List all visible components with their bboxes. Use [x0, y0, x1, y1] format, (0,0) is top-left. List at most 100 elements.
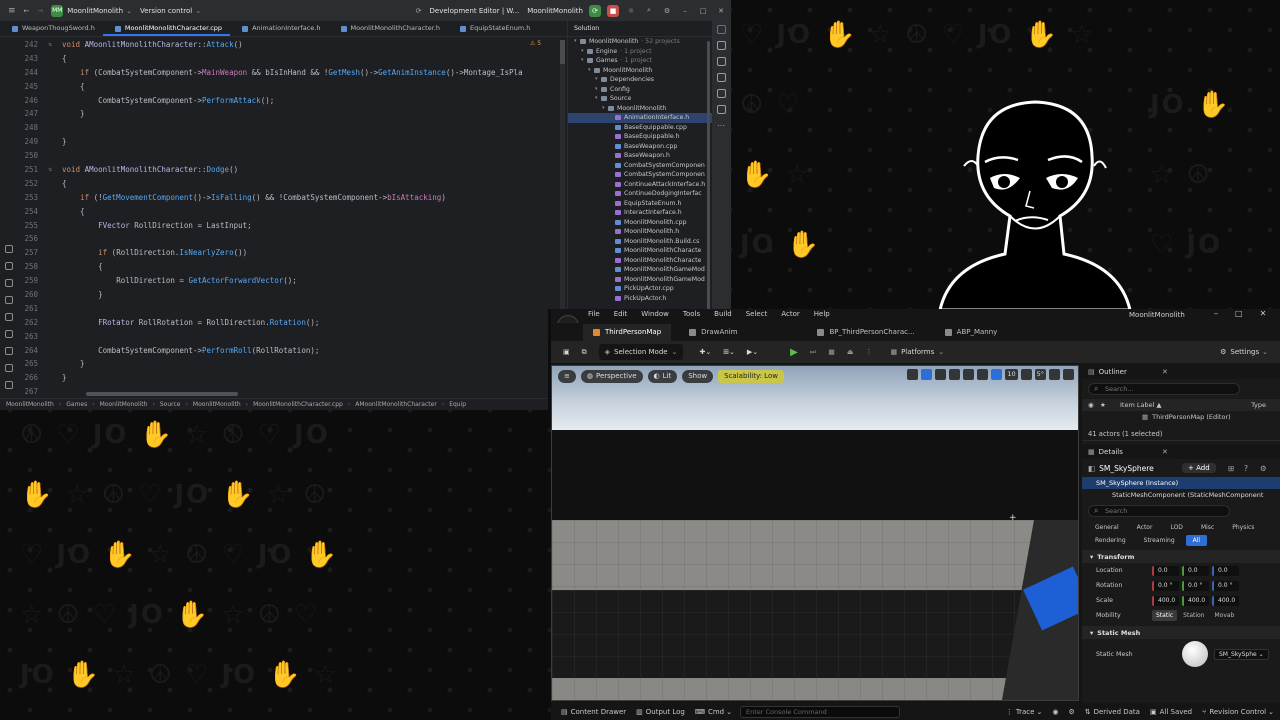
- version-control-menu[interactable]: Version control ⌄: [140, 7, 201, 15]
- code-horizontal-scrollbar[interactable]: [86, 392, 238, 396]
- settings-icon[interactable]: ⚙: [1260, 464, 1267, 473]
- ue-tab-bp-thirdpersoncharac-[interactable]: BP_ThirdPersonCharac...: [807, 324, 924, 341]
- tool-icon[interactable]: [5, 381, 13, 389]
- database-icon[interactable]: [717, 73, 726, 82]
- menu-tools[interactable]: Tools: [683, 310, 700, 318]
- filter-actor[interactable]: Actor: [1130, 522, 1160, 533]
- ue-tab-abp-manny[interactable]: ABP_Manny: [935, 324, 1008, 341]
- tab-animationinterface-h[interactable]: AnimationInterface.h: [230, 21, 328, 36]
- eject-icon[interactable]: ⏏: [841, 344, 860, 360]
- col-item-label[interactable]: Item Label ▲: [1120, 401, 1161, 409]
- more-icon[interactable]: ⋯: [717, 121, 726, 130]
- breadcrumb-item[interactable]: AMoonlitMonolithCharacter: [355, 401, 437, 408]
- tool-icon[interactable]: [5, 330, 13, 338]
- play-button[interactable]: ▶: [784, 344, 804, 360]
- location-z-field[interactable]: 0.0: [1212, 565, 1239, 576]
- ue-tab-drawanim[interactable]: DrawAnim: [679, 324, 747, 341]
- tool-icon[interactable]: [5, 347, 13, 355]
- menu-window[interactable]: Window: [641, 310, 669, 318]
- solution-item[interactable]: CombatSystemComponen: [568, 161, 712, 171]
- cinematics-icon[interactable]: ▶⌄: [741, 344, 764, 360]
- rotation-label[interactable]: Rotation: [1096, 582, 1152, 589]
- minimize-icon[interactable]: –: [1214, 309, 1218, 318]
- all-saved-button[interactable]: ▣ All Saved: [1150, 708, 1192, 716]
- grid-snap-icon[interactable]: [991, 369, 1003, 380]
- forward-arrow-icon[interactable]: →: [37, 7, 43, 15]
- tool-icon[interactable]: [5, 364, 13, 372]
- debug-button[interactable]: ⟳: [589, 4, 601, 17]
- solution-item[interactable]: MoonlitMonolith.cpp: [568, 218, 712, 228]
- solution-item[interactable]: ▾ Dependencies: [568, 75, 712, 85]
- solution-item[interactable]: MoonlitMonolithGameMod: [568, 275, 712, 285]
- code-editor[interactable]: 242 ⇅ void AMoonlitMonolithCharacter::Atta…: [18, 38, 566, 398]
- refresh-icon[interactable]: ⟳: [416, 7, 422, 15]
- grid-size-value[interactable]: 10: [1005, 369, 1018, 380]
- rotation-y-field[interactable]: 0.0 °: [1182, 580, 1209, 591]
- angle-snap-icon[interactable]: [1020, 369, 1032, 380]
- filter-all[interactable]: All: [1185, 535, 1208, 546]
- maximize-icon[interactable]: □: [1235, 309, 1243, 318]
- scale-z-field[interactable]: 400.0: [1212, 595, 1239, 606]
- solution-item[interactable]: MoonlitMonolithCharacte: [568, 256, 712, 266]
- scale-tool-icon[interactable]: [949, 369, 961, 380]
- rotation-x-field[interactable]: 0.0 °: [1152, 580, 1179, 591]
- tool-icon[interactable]: [717, 57, 726, 66]
- solution-item[interactable]: InteractInterface.h: [568, 208, 712, 218]
- content-browser-icon[interactable]: ⧉: [576, 344, 593, 360]
- mobility-static[interactable]: Static: [1152, 610, 1178, 621]
- mobility-movab[interactable]: Movab: [1211, 610, 1239, 621]
- console-command-input[interactable]: Enter Console Command: [739, 705, 900, 718]
- breadcrumb-item[interactable]: Games: [66, 401, 87, 408]
- location-x-field[interactable]: 0.0: [1152, 565, 1179, 576]
- tab-equipstateenum-h[interactable]: EquipStateEnum.h: [448, 21, 538, 36]
- close-icon[interactable]: ✕: [1162, 368, 1168, 376]
- transform-category[interactable]: ▾ Transform: [1082, 550, 1280, 563]
- outliner-row[interactable]: ▦ ThirdPersonMap (Editor): [1082, 411, 1280, 423]
- tab-moonlitmonolithcharacter-h[interactable]: MoonlitMonolithCharacter.h: [329, 21, 448, 36]
- help-icon[interactable]: ?: [1244, 464, 1248, 473]
- static-mesh-dropdown[interactable]: SM_SkySphe ⌄: [1214, 648, 1269, 660]
- details-tab[interactable]: ▦ Details ✕: [1082, 445, 1280, 459]
- warning-indicator[interactable]: ⚠ 5: [530, 40, 541, 47]
- search-icon[interactable]: ⌕: [643, 5, 655, 17]
- solution-item[interactable]: ▾ Source: [568, 94, 712, 104]
- settings-icon[interactable]: ⚙: [1068, 708, 1074, 716]
- scale-y-field[interactable]: 400.0: [1182, 595, 1209, 606]
- filter-lod[interactable]: LOD: [1163, 522, 1189, 533]
- menu-icon[interactable]: ≡: [8, 6, 16, 16]
- level-viewport[interactable]: + ≡ ◍ Perspective ◐ Lit Show Scalability: …: [551, 365, 1079, 701]
- solution-item[interactable]: ▾ Games · 1 project: [568, 56, 712, 66]
- surface-snap-icon[interactable]: [977, 369, 989, 380]
- col-type[interactable]: Type: [1251, 401, 1266, 409]
- code-scrollbar-thumb[interactable]: [560, 40, 565, 64]
- scalability-button[interactable]: Scalability: Low: [718, 369, 784, 383]
- solution-item[interactable]: BaseWeapon.cpp: [568, 142, 712, 152]
- menu-select[interactable]: Select: [746, 310, 768, 318]
- save-icon[interactable]: ▣: [557, 344, 576, 360]
- static-mesh-category[interactable]: ▾ Static Mesh: [1082, 626, 1280, 639]
- move-tool-icon[interactable]: [921, 369, 933, 380]
- outliner-tab[interactable]: ▤ Outliner ✕: [1082, 365, 1280, 379]
- select-tool-icon[interactable]: [907, 369, 919, 380]
- filter-general[interactable]: General: [1088, 522, 1126, 533]
- revision-control-button[interactable]: ⑂ Revision Control ⌄: [1202, 708, 1274, 716]
- back-arrow-icon[interactable]: ←: [24, 7, 30, 15]
- tool-icon[interactable]: [717, 105, 726, 114]
- platforms-button[interactable]: ▦ Platforms ⌄: [884, 344, 950, 360]
- tool-icon[interactable]: [717, 41, 726, 50]
- solution-item[interactable]: PickUpActor.cpp: [568, 284, 712, 294]
- details-search-input[interactable]: Search: [1088, 505, 1230, 517]
- run-target-selector[interactable]: MoonlitMonolith: [527, 7, 583, 15]
- solution-item[interactable]: ▾ MoonlitMonolith: [568, 66, 712, 76]
- star-icon[interactable]: ★: [1100, 401, 1106, 409]
- rotation-z-field[interactable]: 0.0 °: [1212, 580, 1239, 591]
- tool-icon[interactable]: [5, 245, 13, 253]
- scale-label[interactable]: Scale: [1096, 597, 1152, 604]
- solution-item[interactable]: EquipStateEnum.h: [568, 199, 712, 209]
- camera-speed-icon[interactable]: [1049, 369, 1060, 380]
- tool-icon[interactable]: [717, 89, 726, 98]
- mobility-station[interactable]: Station: [1179, 610, 1208, 621]
- location-label[interactable]: Location: [1096, 567, 1152, 574]
- close-icon[interactable]: ✕: [715, 5, 727, 17]
- breadcrumb-item[interactable]: MoonlitMonolith: [193, 401, 241, 408]
